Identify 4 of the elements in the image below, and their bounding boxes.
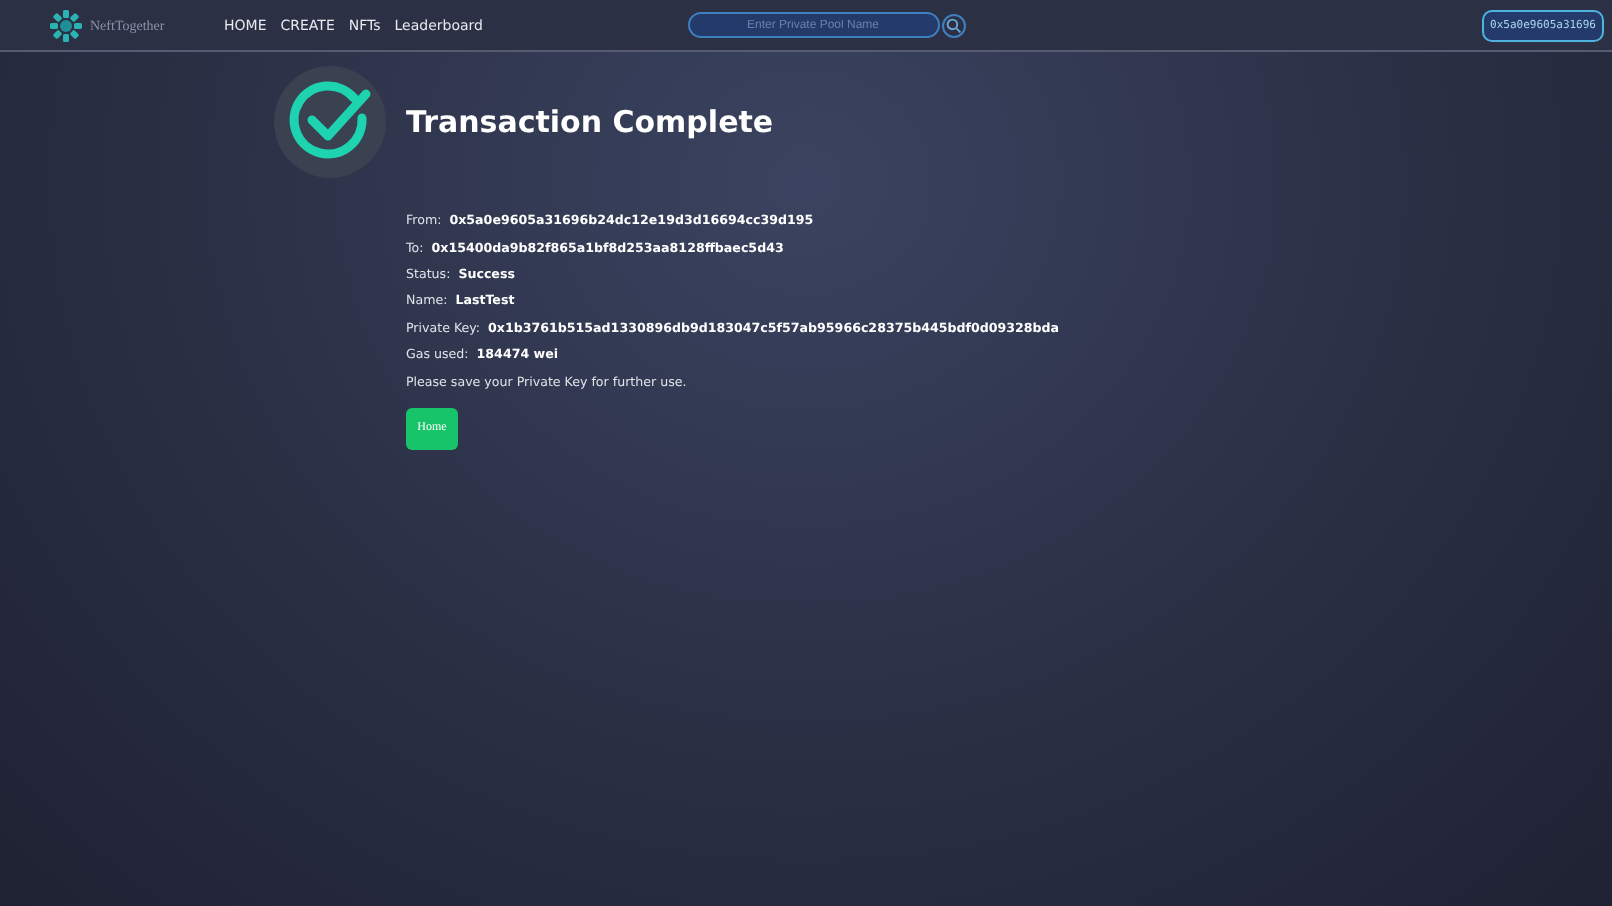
checkmark-icon xyxy=(274,66,386,178)
page-title: Transaction Complete xyxy=(406,104,774,140)
snowflake-logo-icon[interactable] xyxy=(48,7,84,43)
search-icon[interactable] xyxy=(941,13,965,37)
